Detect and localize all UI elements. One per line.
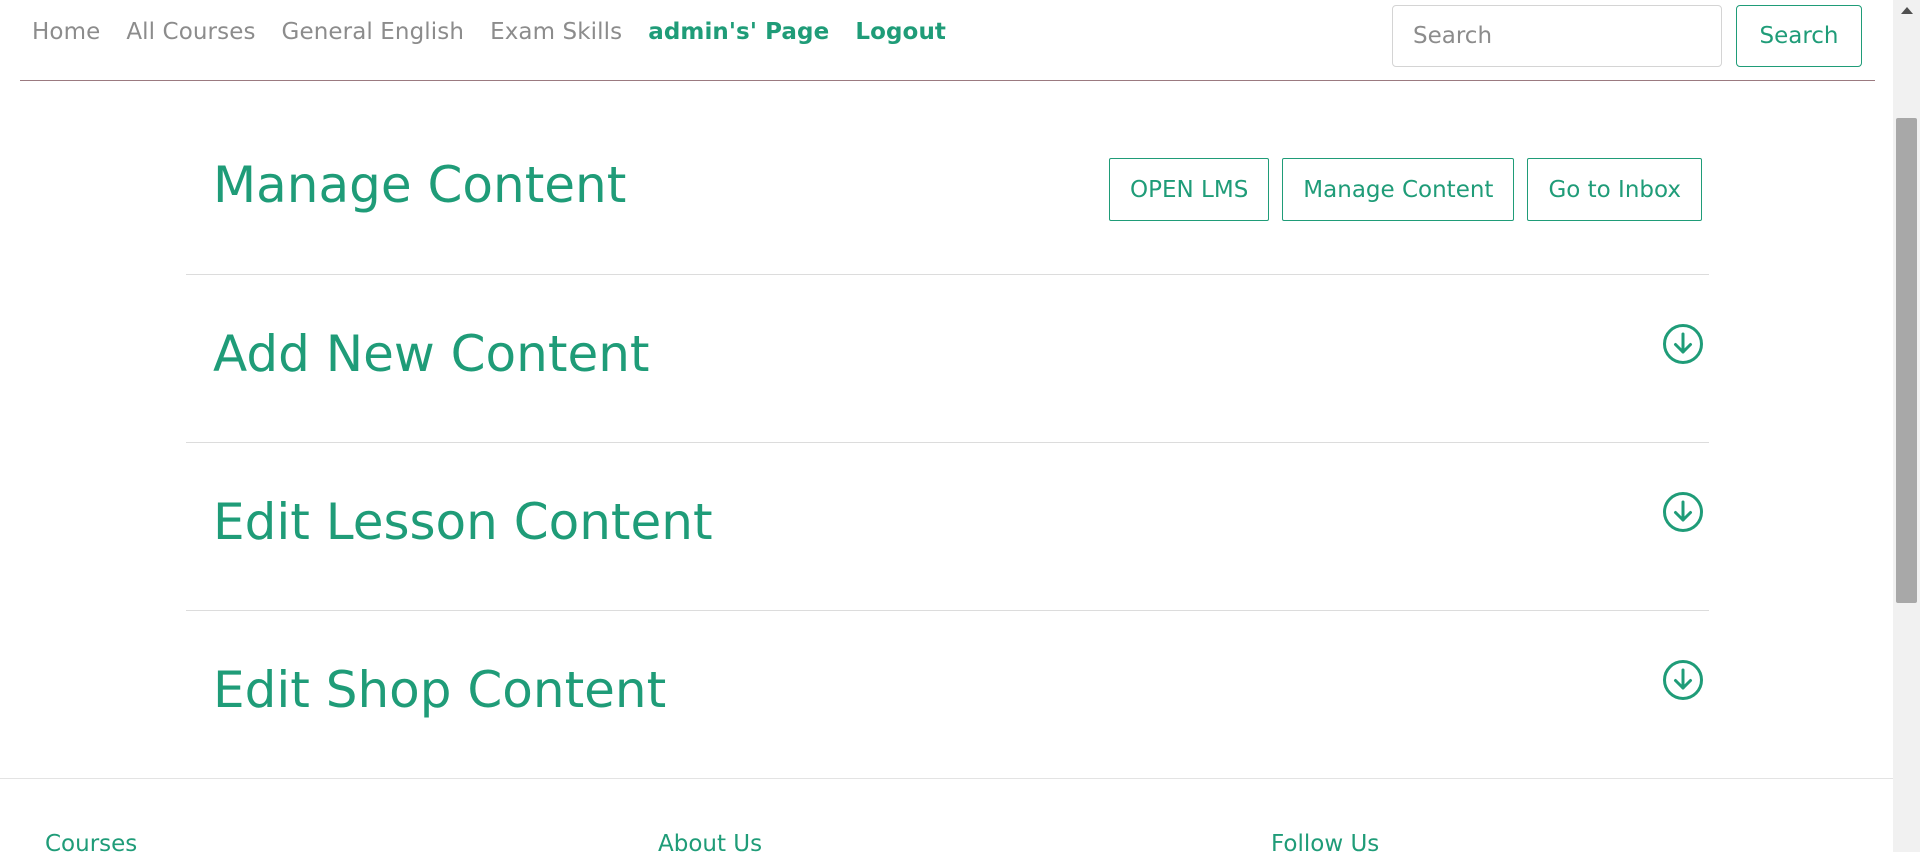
main-content: Manage Content OPEN LMS Manage Content G…: [186, 110, 1709, 779]
nav-link-home[interactable]: Home: [32, 19, 100, 45]
scroll-up-arrow-icon[interactable]: [1901, 7, 1913, 14]
nav-link-all-courses[interactable]: All Courses: [126, 19, 255, 45]
footer-heading-courses: Courses: [45, 831, 138, 852]
arrow-down-circle-icon[interactable]: [1662, 491, 1704, 533]
page-title: Manage Content: [213, 156, 627, 214]
section-add-new-content[interactable]: Add New Content: [186, 275, 1709, 443]
manage-content-button[interactable]: Manage Content: [1282, 158, 1515, 221]
top-navbar: Home All Courses General English Exam Sk…: [20, 0, 1875, 81]
header-buttons: OPEN LMS Manage Content Go to Inbox: [1109, 158, 1702, 221]
search-button[interactable]: Search: [1736, 5, 1862, 67]
vertical-scrollbar[interactable]: [1893, 0, 1920, 852]
section-edit-shop-content[interactable]: Edit Shop Content: [186, 611, 1709, 779]
arrow-down-circle-icon[interactable]: [1662, 323, 1704, 365]
open-lms-button[interactable]: OPEN LMS: [1109, 158, 1270, 221]
nav-link-logout[interactable]: Logout: [855, 19, 946, 45]
go-to-inbox-button[interactable]: Go to Inbox: [1527, 158, 1702, 221]
section-title: Edit Lesson Content: [213, 493, 713, 551]
section-title: Add New Content: [213, 325, 650, 383]
nav-link-exam-skills[interactable]: Exam Skills: [490, 19, 622, 45]
nav-link-admin-page[interactable]: admin's' Page: [648, 19, 829, 45]
nav-link-general-english[interactable]: General English: [282, 19, 465, 45]
page-header: Manage Content OPEN LMS Manage Content G…: [186, 110, 1709, 275]
page: Home All Courses General English Exam Sk…: [0, 0, 1893, 852]
footer: Courses About Us Follow Us: [0, 778, 1893, 852]
search-input[interactable]: [1392, 5, 1722, 67]
section-title: Edit Shop Content: [213, 661, 667, 719]
section-edit-lesson-content[interactable]: Edit Lesson Content: [186, 443, 1709, 611]
nav-links: Home All Courses General English Exam Sk…: [32, 19, 946, 45]
arrow-down-circle-icon[interactable]: [1662, 659, 1704, 701]
scrollbar-thumb[interactable]: [1896, 118, 1917, 603]
footer-heading-about-us: About Us: [658, 831, 763, 852]
footer-heading-follow-us: Follow Us: [1271, 831, 1380, 852]
